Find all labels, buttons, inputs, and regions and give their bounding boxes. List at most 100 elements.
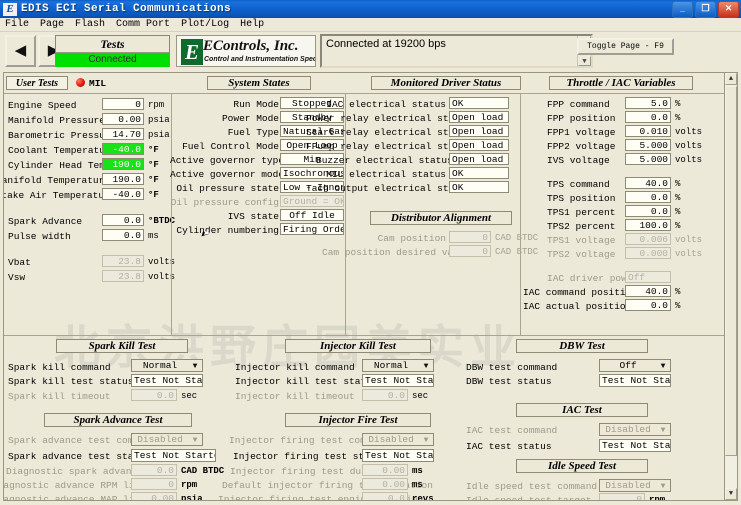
toggle-page-button[interactable]: Toggle Page - F9 xyxy=(577,38,674,55)
label-iac-command-position: IAC command position xyxy=(523,287,638,298)
label-manifold-temperature: Manifold Temperature xyxy=(3,175,111,186)
menu-file[interactable]: File xyxy=(5,19,29,30)
label-tps1-percent: TPS1 percent xyxy=(547,207,616,218)
injector-kill-command-dropdown[interactable]: Normal ▼ xyxy=(362,359,434,372)
scroll-up-button[interactable]: ▲ xyxy=(725,73,737,85)
label-dbw-test-command: DBW test command xyxy=(466,362,558,373)
spark-kill-command-dropdown[interactable]: Normal ▼ xyxy=(131,359,203,372)
dbw-test-command-dropdown[interactable]: Off ▼ xyxy=(599,359,671,372)
label-idle-speed-command: Idle speed test command xyxy=(466,481,598,492)
label-iac-test-status: IAC test status xyxy=(466,441,552,452)
value-vbat: 23.8 xyxy=(102,255,144,267)
label-injector-kill-command: Injector kill command xyxy=(235,362,355,373)
value-manifold-pressure: 0.00 xyxy=(102,113,144,125)
value-oil-pressure-config: Ground = OK xyxy=(280,195,344,207)
iac-test-command-dropdown[interactable]: Disabled ▼ xyxy=(599,423,671,436)
chevron-down-icon[interactable]: ▼ xyxy=(657,481,669,492)
unit-default-injector-firing-duration: ms xyxy=(412,480,423,490)
unit-fpp-command: % xyxy=(675,99,681,109)
value-default-injector-firing-duration: 0.00 xyxy=(362,478,408,490)
label-start-relay-status: Start relay electrical status xyxy=(306,127,472,138)
label-cam-position-desired: Cam position desired value xyxy=(322,247,471,258)
value-mil-status: OK xyxy=(449,167,509,179)
label-diagnostic-advance-rpm-limit: Diagnostic advance RPM limit xyxy=(3,480,152,491)
menu-help[interactable]: Help xyxy=(240,19,264,30)
value-tps2-percent: 100.0 xyxy=(625,219,671,231)
unit-iac-command-position: % xyxy=(675,287,681,297)
scroll-thumb[interactable] xyxy=(725,86,737,456)
chevron-down-icon[interactable]: ▼ xyxy=(657,425,669,436)
value-coolant-temperature: -40.0 xyxy=(102,143,144,155)
connection-status-badge: Connected xyxy=(56,53,169,67)
value-injector-kill-status: Test Not Started xyxy=(362,374,434,387)
label-buzzer-status: Buzzer electrical status xyxy=(316,155,453,166)
chevron-down-icon[interactable]: ▼ xyxy=(420,435,432,446)
unit-fpp-position: % xyxy=(675,113,681,123)
chevron-down-icon[interactable]: ▼ xyxy=(420,361,432,372)
value-iac-driver-power: Off xyxy=(625,271,671,283)
throttle-iac-title: Throttle / IAC Variables xyxy=(549,76,693,90)
spark-advance-command-dropdown[interactable]: Disabled ▼ xyxy=(131,433,203,446)
unit-engine-speed: rpm xyxy=(148,100,165,110)
label-oil-pressure-config: Oil pressure config xyxy=(170,197,279,208)
unit-fpp2-voltage: volts xyxy=(675,141,703,151)
injector-firing-command-dropdown[interactable]: Disabled ▼ xyxy=(362,433,434,446)
tab-user-tests[interactable]: User Tests xyxy=(6,76,68,90)
arrow-left-icon: ◀ xyxy=(14,39,27,62)
unit-injector-kill-timeout: sec xyxy=(412,391,429,401)
iac-test-title: IAC Test xyxy=(516,403,648,417)
value-power-relay-status: Open load xyxy=(449,111,509,123)
label-active-governor-mode: Active governor mode xyxy=(170,169,285,180)
logo-main-text: EControls, Inc. xyxy=(203,38,299,54)
idle-speed-command-dropdown[interactable]: Disabled ▼ xyxy=(599,479,671,492)
app-icon: E xyxy=(3,2,17,16)
close-button[interactable]: ✕ xyxy=(718,1,739,18)
value-fpp1-voltage: 0.010 xyxy=(625,125,671,137)
menu-flash[interactable]: Flash xyxy=(75,19,105,30)
label-spark-advance: Spark Advance xyxy=(8,216,83,227)
label-vsw: Vsw xyxy=(8,272,26,283)
connection-message-box: Connected at 19200 bps ▲ ▼ xyxy=(320,34,593,68)
menu-plot-log[interactable]: Plot/Log xyxy=(181,19,229,30)
label-active-governor-type: Active governor type xyxy=(170,155,285,166)
unit-cam-position-desired: CAD BTDC xyxy=(495,247,539,257)
menu-page[interactable]: Page xyxy=(40,19,64,30)
connection-message: Connected at 19200 bps xyxy=(326,38,446,50)
value-fpp2-voltage: 5.000 xyxy=(625,139,671,151)
mil-label: MIL xyxy=(89,78,107,89)
unit-intake-air-temperature: °F xyxy=(148,190,159,200)
value-iac-test-status: Test Not Started xyxy=(599,439,671,452)
client-area: 北京洪野庄园美实业 User Tests MIL Engine Speed 0 … xyxy=(3,72,726,501)
label-spark-kill-command: Spark kill command xyxy=(8,362,111,373)
label-fpp-command: FPP command xyxy=(547,99,610,110)
scroll-down-button[interactable]: ▼ xyxy=(725,488,737,500)
system-states-title: System States xyxy=(207,76,311,90)
minimize-button[interactable]: _ xyxy=(672,1,693,18)
label-barometric-pressure: Barometric Pressure xyxy=(8,130,117,141)
value-iac-command-position: 40.0 xyxy=(625,285,671,297)
value-tps1-voltage: 0.006 xyxy=(625,233,671,245)
menu-comm-port[interactable]: Comm Port xyxy=(116,19,170,30)
chevron-down-icon[interactable]: ▼ xyxy=(657,361,669,372)
value-iac-actual-position: 0.0 xyxy=(625,299,671,311)
label-spark-advance-status: Spark advance test status xyxy=(8,451,151,462)
page-vertical-scrollbar[interactable]: ▲ ▼ xyxy=(724,72,738,501)
value-ivs-voltage: 5.000 xyxy=(625,153,671,165)
unit-injector-firing-duration: ms xyxy=(412,466,423,476)
unit-iac-actual-position: % xyxy=(675,301,681,311)
nav-back-button[interactable]: ◀ xyxy=(5,35,36,67)
label-fpp1-voltage: FPP1 voltage xyxy=(547,127,616,138)
label-iac-electrical-status: IAC electrical status xyxy=(326,99,446,110)
value-diagnostic-advance-rpm-limit: 0 xyxy=(131,478,177,490)
unit-cylinder-head-temp: °F xyxy=(148,160,159,170)
chevron-down-icon[interactable]: ▼ xyxy=(189,361,201,372)
chevron-down-icon[interactable]: ▼ xyxy=(189,435,201,446)
company-logo: E EControls, Inc. Control and Instrument… xyxy=(176,35,316,67)
title-bar: E EDIS ECI Serial Communications _ ❐ ✕ xyxy=(0,0,741,18)
unit-tps1-percent: % xyxy=(675,207,681,217)
value-injector-firing-engine-clearing: 0.0 xyxy=(362,492,408,500)
value-fpp-position: 0.0 xyxy=(625,111,671,123)
value-barometric-pressure: 14.70 xyxy=(102,128,144,140)
scroll-down-icon[interactable]: ▼ xyxy=(578,56,591,66)
maximize-button[interactable]: ❐ xyxy=(695,1,716,18)
